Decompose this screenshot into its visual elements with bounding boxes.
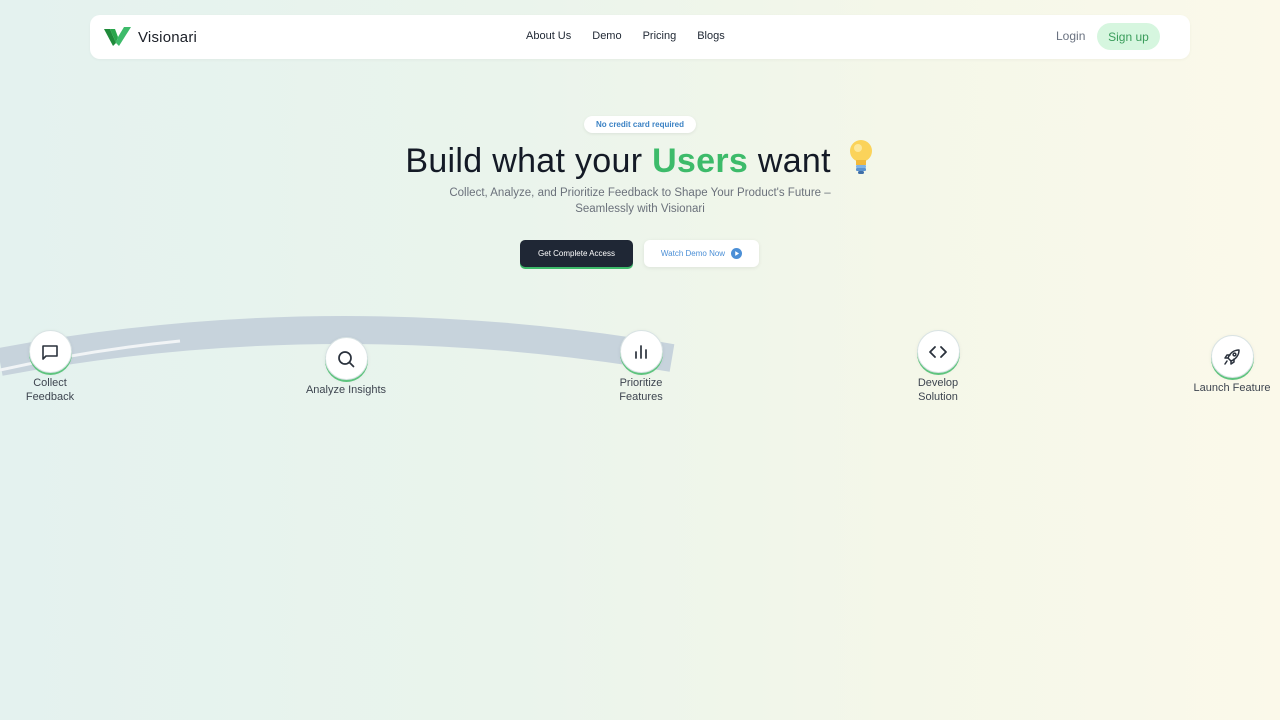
brand-logo[interactable]: Visionari: [104, 27, 197, 47]
search-icon: [338, 350, 355, 367]
step-prioritize-features-label: Prioritize Features: [601, 377, 681, 404]
step-prioritize-features: Prioritize Features: [601, 330, 681, 404]
code-icon: [929, 345, 947, 358]
step-develop-solution-label: Develop Solution: [898, 377, 978, 404]
step-launch-feature: Launch Feature: [1186, 335, 1278, 396]
bar-chart-icon: [635, 344, 647, 359]
step-analyze-insights-button[interactable]: [324, 337, 368, 380]
step-label-line: Develop: [917, 377, 959, 389]
subtitle-line-1: Collect, Analyze, and Prioritize Feedbac…: [449, 187, 831, 199]
nav-link-about-us[interactable]: About Us: [526, 30, 571, 42]
step-develop-solution: Develop Solution: [898, 330, 978, 404]
message-icon: [42, 344, 58, 360]
hero-subtitle: Collect, Analyze, and Prioritize Feedbac…: [420, 185, 860, 217]
step-label-line: Feedback: [25, 390, 75, 403]
step-launch-feature-button[interactable]: [1210, 335, 1254, 378]
subtitle-line-2: Seamlessly with Visionari: [575, 203, 705, 215]
lightbulb-icon: [849, 140, 872, 174]
rocket-icon: [1224, 348, 1240, 365]
step-label-line: Features: [619, 390, 663, 403]
brand-name: Visionari: [138, 28, 198, 46]
step-collect-feedback-label: Collect Feedback: [10, 377, 90, 404]
login-link[interactable]: Login: [1056, 29, 1085, 43]
watch-demo-label: Watch Demo Now: [660, 249, 726, 258]
step-label-line: Prioritize: [619, 377, 663, 389]
nav-links: About Us Demo Pricing Blogs: [526, 30, 725, 42]
play-icon: [731, 248, 743, 259]
headline-before: Build what your: [405, 142, 643, 180]
get-complete-access-button[interactable]: Get Complete Access: [520, 240, 633, 267]
step-prioritize-features-button[interactable]: [619, 330, 663, 373]
step-launch-feature-label: Launch Feature: [1193, 382, 1271, 394]
watch-demo-button[interactable]: Watch Demo Now: [644, 240, 759, 267]
signup-button[interactable]: Sign up: [1097, 23, 1160, 50]
hero-headline: Build what your Users want: [0, 138, 1280, 181]
step-label-line: Collect: [33, 377, 67, 389]
visionari-logo-icon: [104, 27, 131, 46]
nav-link-demo[interactable]: Demo: [592, 30, 621, 42]
headline-accent: Users: [652, 142, 749, 180]
navbar: Visionari About Us Demo Pricing Blogs Lo…: [90, 15, 1190, 59]
headline-after: want: [757, 142, 831, 180]
step-label-line: Solution: [918, 390, 958, 403]
step-analyze-insights-label: Analyze Insights: [305, 384, 387, 396]
step-develop-solution-button[interactable]: [916, 330, 960, 373]
nav-link-blogs[interactable]: Blogs: [697, 30, 725, 42]
step-collect-feedback: Collect Feedback: [10, 330, 90, 404]
nav-link-pricing[interactable]: Pricing: [643, 30, 677, 42]
step-analyze-insights: Analyze Insights: [296, 337, 396, 398]
step-collect-feedback-button[interactable]: [28, 330, 72, 373]
no-credit-card-badge: No credit card required: [584, 116, 696, 133]
